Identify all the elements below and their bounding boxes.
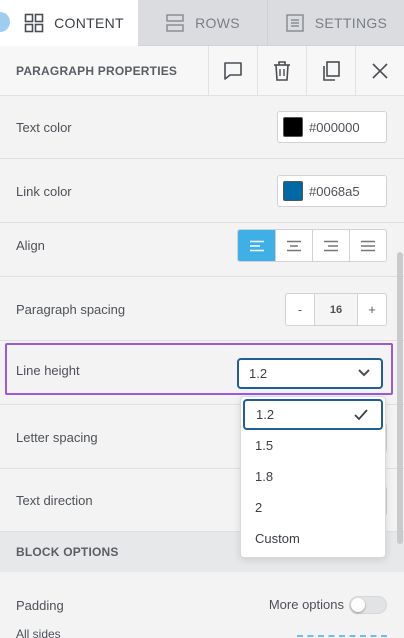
- duplicate-icon: [323, 61, 340, 81]
- dropdown-option-1-5[interactable]: 1.5: [243, 430, 383, 461]
- align-justify-button[interactable]: [349, 230, 386, 261]
- align-row: Align: [0, 214, 404, 277]
- close-icon: [372, 63, 388, 79]
- line-height-label: Line height: [16, 363, 80, 378]
- rows-icon: [166, 14, 184, 32]
- increment-button[interactable]: +: [358, 294, 386, 325]
- close-button[interactable]: [355, 46, 404, 96]
- tab-settings-label: SETTINGS: [314, 15, 388, 31]
- grid-icon: [24, 13, 44, 33]
- align-justify-icon: [361, 240, 375, 251]
- text-direction-label: Text direction: [16, 492, 93, 508]
- paragraph-spacing-row: Paragraph spacing - 16 +: [0, 278, 404, 341]
- tab-content-label: CONTENT: [54, 15, 124, 31]
- align-center-button[interactable]: [275, 230, 312, 261]
- text-color-value: #000000: [309, 119, 360, 135]
- text-color-row: Text color #000000: [0, 96, 404, 159]
- toggle-knob: [351, 598, 365, 612]
- padding-slider-track[interactable]: [297, 635, 387, 637]
- link-color-value: #0068a5: [309, 183, 360, 199]
- line-height-select[interactable]: 1.2: [237, 358, 383, 389]
- decrement-button[interactable]: -: [286, 294, 314, 325]
- more-options-toggle[interactable]: [349, 596, 387, 614]
- check-icon: [354, 409, 368, 421]
- letter-spacing-label: Letter spacing: [16, 429, 98, 445]
- duplicate-button[interactable]: [306, 46, 355, 96]
- link-color-label: Link color: [16, 183, 72, 199]
- tab-rows-label: ROWS: [195, 15, 240, 31]
- comment-button[interactable]: [208, 46, 257, 96]
- dropdown-option-2[interactable]: 2: [243, 492, 383, 523]
- align-left-icon: [249, 240, 264, 251]
- avatar: [0, 12, 10, 32]
- padding-row: Padding More options All sides: [0, 572, 404, 638]
- comment-icon: [224, 62, 242, 80]
- line-height-dropdown: 1.2 1.5 1.8 2 Custom: [240, 396, 386, 558]
- paragraph-spacing-value[interactable]: 16: [314, 294, 358, 325]
- properties-title: PARAGRAPH PROPERTIES: [16, 63, 178, 78]
- align-right-icon: [324, 240, 338, 251]
- line-height-highlight: Line height 1.2: [5, 343, 393, 395]
- padding-label: Padding: [16, 598, 64, 613]
- settings-list-icon: [286, 14, 304, 32]
- all-sides-label: All sides: [16, 627, 61, 638]
- tab-content[interactable]: CONTENT: [0, 0, 138, 46]
- dropdown-option-custom[interactable]: Custom: [243, 523, 383, 554]
- link-color-field[interactable]: #0068a5: [277, 175, 387, 207]
- align-label: Align: [16, 237, 45, 253]
- line-height-value: 1.2: [249, 366, 268, 381]
- tab-rows[interactable]: ROWS: [138, 0, 268, 46]
- tab-bar: CONTENT ROWS SETTINGS: [0, 0, 404, 46]
- scrollbar[interactable]: [397, 252, 403, 544]
- paragraph-spacing-stepper: - 16 +: [285, 293, 387, 326]
- trash-icon: [274, 61, 290, 81]
- dropdown-option-1-2[interactable]: 1.2: [243, 399, 383, 430]
- text-color-swatch[interactable]: [283, 117, 303, 137]
- align-group: [237, 229, 387, 262]
- dropdown-option-1-8[interactable]: 1.8: [243, 461, 383, 492]
- align-right-button[interactable]: [312, 230, 349, 261]
- properties-header: PARAGRAPH PROPERTIES: [0, 46, 404, 96]
- text-color-label: Text color: [16, 119, 72, 135]
- paragraph-spacing-label: Paragraph spacing: [16, 301, 126, 317]
- more-options-label: More options: [268, 597, 344, 612]
- chevron-down-icon: [358, 369, 370, 377]
- text-color-field[interactable]: #000000: [277, 111, 387, 143]
- link-color-swatch[interactable]: [283, 181, 303, 201]
- delete-button[interactable]: [257, 46, 306, 96]
- align-left-button[interactable]: [238, 230, 275, 261]
- tab-settings[interactable]: SETTINGS: [268, 0, 404, 46]
- align-center-icon: [287, 240, 301, 251]
